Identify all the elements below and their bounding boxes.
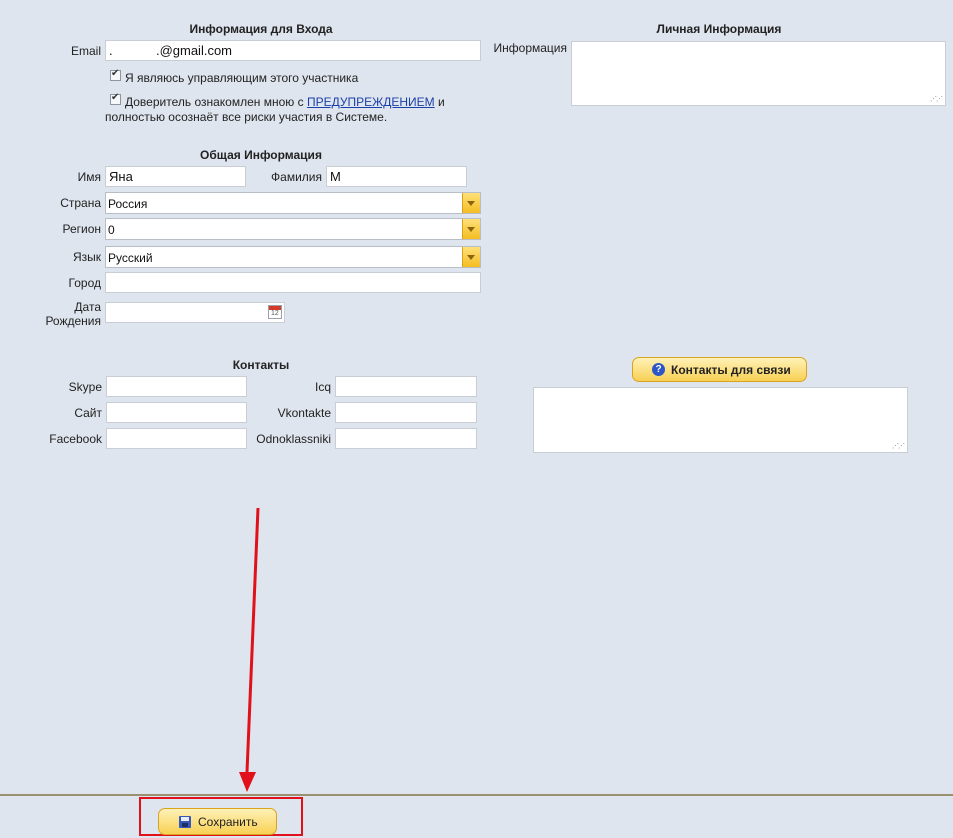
trustee-text-start: Доверитель ознакомлен мною с [125, 95, 307, 109]
info-textarea[interactable]: ⋰⋰ [571, 41, 946, 106]
odnoklassniki-field[interactable] [335, 428, 477, 449]
contacts-button-label: Контакты для связи [671, 363, 791, 377]
last-name-label: Фамилия [271, 170, 322, 184]
contacts-textarea[interactable]: ⋰⋰ [533, 387, 908, 453]
region-select[interactable]: 0 [105, 218, 481, 240]
calendar-icon[interactable]: 12 [268, 305, 282, 319]
birth-date-label: Дата Рождения [30, 300, 101, 328]
trustee-checkbox[interactable] [110, 92, 121, 105]
floppy-disk-icon [179, 816, 191, 828]
annotation-arrow [239, 507, 260, 792]
email-label: Email [70, 44, 101, 58]
trustee-checkbox-label: Доверитель ознакомлен мною с ПРЕДУПРЕЖДЕ… [125, 95, 445, 109]
city-field[interactable] [105, 272, 481, 293]
icq-label: Icq [314, 380, 331, 394]
facebook-label: Facebook [49, 432, 102, 446]
first-name-field[interactable] [105, 166, 246, 187]
city-label: Город [68, 276, 101, 290]
region-value: 0 [108, 223, 115, 237]
last-name-field[interactable] [326, 166, 467, 187]
help-icon: ? [652, 363, 665, 376]
odnoklassniki-label: Odnoklassniki [256, 432, 331, 446]
chevron-down-icon[interactable] [462, 193, 480, 213]
chevron-down-icon[interactable] [462, 219, 480, 239]
chevron-down-icon[interactable] [462, 247, 480, 267]
birth-date-field[interactable] [105, 302, 285, 323]
resize-grip-icon[interactable]: ⋰⋰ [892, 443, 905, 450]
facebook-field[interactable] [106, 428, 247, 449]
manager-checkbox[interactable] [110, 68, 121, 81]
trustee-checkbox-label-line2: полностью осознаёт все риски участия в С… [105, 110, 388, 124]
annotation-arrow-line [245, 507, 260, 773]
vkontakte-field[interactable] [335, 402, 477, 423]
skype-field[interactable] [106, 376, 247, 397]
save-button-label: Сохранить [198, 815, 258, 829]
first-name-label: Имя [77, 170, 101, 184]
contacts-for-communication-button[interactable]: ? Контакты для связи [632, 357, 807, 382]
site-field[interactable] [106, 402, 247, 423]
footer-divider [0, 794, 953, 796]
country-select[interactable]: Россия [105, 192, 481, 214]
icq-field[interactable] [335, 376, 477, 397]
manager-checkbox-label: Я являюсь управляющим этого участника [125, 71, 359, 85]
info-label: Информация [493, 41, 567, 55]
language-select[interactable]: Русский [105, 246, 481, 268]
warning-link[interactable]: ПРЕДУПРЕЖДЕНИЕМ [307, 95, 435, 109]
general-section-title: Общая Информация [200, 148, 322, 162]
country-value: Россия [108, 197, 148, 211]
personal-section-title: Личная Информация [656, 22, 782, 36]
birth-date-label-line1: Дата [74, 300, 101, 314]
site-label: Сайт [74, 406, 102, 420]
region-label: Регион [62, 222, 101, 236]
vkontakte-label: Vkontakte [277, 406, 331, 420]
email-field[interactable] [105, 40, 481, 61]
save-button[interactable]: Сохранить [158, 808, 277, 835]
annotation-arrow-head [239, 772, 256, 792]
language-value: Русский [108, 251, 153, 265]
login-section-title: Информация для Входа [189, 22, 333, 36]
country-label: Страна [60, 196, 101, 210]
resize-grip-icon[interactable]: ⋰⋰ [930, 96, 943, 103]
language-label: Язык [72, 250, 101, 264]
birth-date-label-line2: Рождения [45, 314, 101, 328]
trustee-text-end: и [434, 95, 445, 109]
contacts-section-title: Контакты [232, 358, 290, 372]
skype-label: Skype [68, 380, 102, 394]
